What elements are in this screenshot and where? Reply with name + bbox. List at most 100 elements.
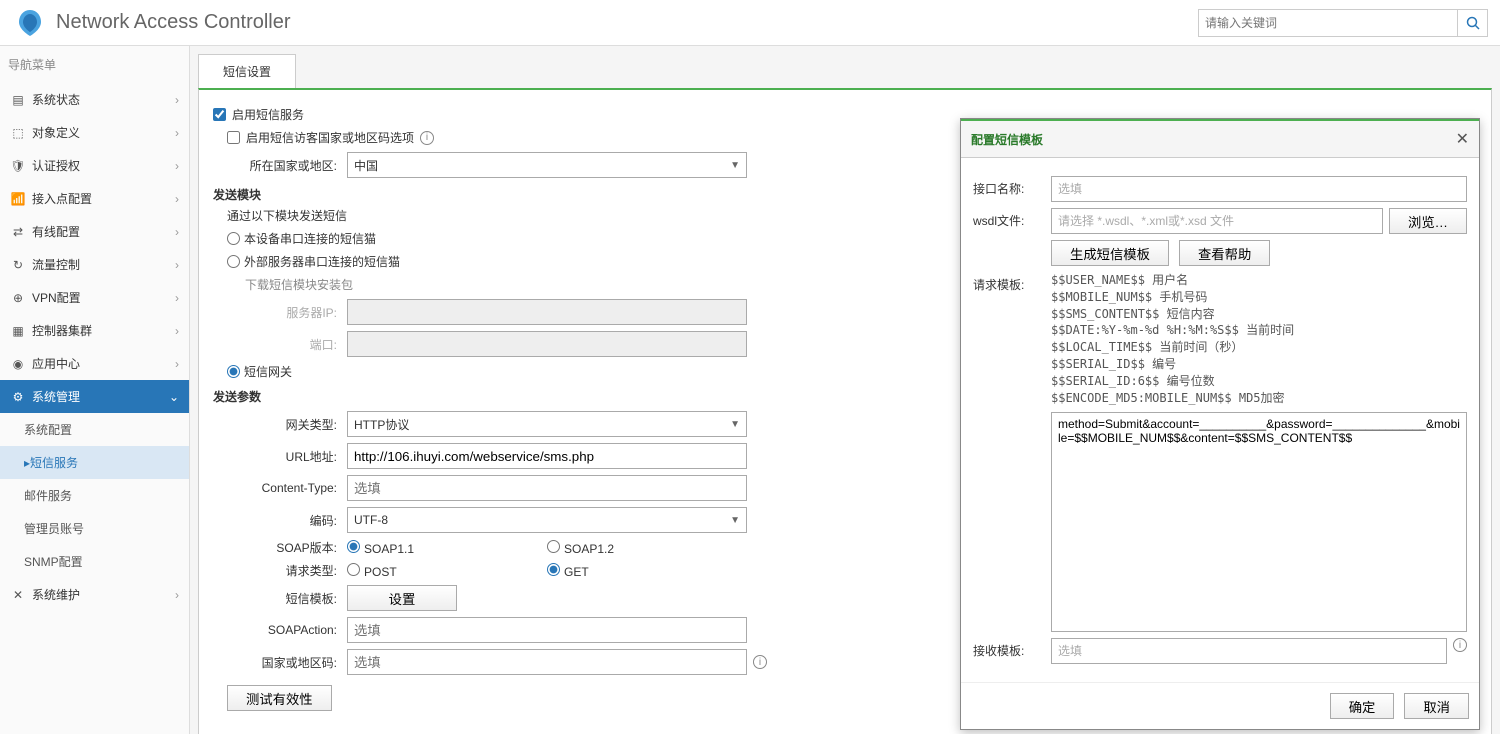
chevron-right-icon: › <box>175 225 179 239</box>
sub-system-config[interactable]: 系统配置 <box>0 413 189 446</box>
sidebar-item-label: 应用中心 <box>32 355 175 372</box>
cancel-button[interactable]: 取消 <box>1404 693 1469 719</box>
req-type-label: 请求类型: <box>227 562 347 579</box>
vpn-icon: ⊕ <box>10 291 26 305</box>
sms-template-modal: 配置短信模板 ✕ 接口名称: wsdl文件:浏览… 生成短信模板查看帮助 请求模… <box>960 118 1480 730</box>
radio-label: 本设备串口连接的短信猫 <box>244 230 376 247</box>
interface-name-input[interactable] <box>1051 176 1467 202</box>
sidebar-item-vpn[interactable]: ⊕ VPN配置› <box>0 281 189 314</box>
combo-value: UTF-8 <box>354 513 388 527</box>
sidebar-item-auth[interactable]: 🛡认证授权› <box>0 149 189 182</box>
ap-icon: 📶 <box>10 192 26 206</box>
info-icon[interactable]: i <box>753 655 767 669</box>
wsdl-file-input[interactable] <box>1051 208 1383 234</box>
url-input[interactable] <box>347 443 747 469</box>
radio-label: 外部服务器串口连接的短信猫 <box>244 253 400 270</box>
modal-header: 配置短信模板 ✕ <box>961 119 1479 158</box>
chevron-right-icon: › <box>175 126 179 140</box>
content-type-input[interactable] <box>347 475 747 501</box>
sidebar-item-system-status[interactable]: ▤系统状态› <box>0 83 189 116</box>
search-button[interactable] <box>1458 9 1488 37</box>
radio-local-modem[interactable] <box>227 232 240 245</box>
browse-button[interactable]: 浏览… <box>1389 208 1467 234</box>
chevron-right-icon: › <box>175 588 179 602</box>
traffic-icon: ↻ <box>10 258 26 272</box>
wired-icon: ⇄ <box>10 225 26 239</box>
radio-label: SOAP1.1 <box>364 542 414 556</box>
sidebar-item-label: 认证授权 <box>32 157 175 174</box>
sidebar-item-object-def[interactable]: ⬚对象定义› <box>0 116 189 149</box>
chevron-right-icon: › <box>175 357 179 371</box>
radio-label: 短信网关 <box>244 363 292 380</box>
cluster-icon: ▦ <box>10 324 26 338</box>
sub-sms-service[interactable]: ▸短信服务 <box>0 446 189 479</box>
server-ip-input <box>347 299 747 325</box>
sidebar-item-appcenter[interactable]: ◉应用中心› <box>0 347 189 380</box>
chevron-down-icon: ⌄ <box>169 390 179 404</box>
sub-snmp[interactable]: SNMP配置 <box>0 545 189 578</box>
sidebar-item-label: 对象定义 <box>32 124 175 141</box>
sub-admin-account[interactable]: 管理员账号 <box>0 512 189 545</box>
radio-ext-modem[interactable] <box>227 255 240 268</box>
port-input <box>347 331 747 357</box>
server-ip-label: 服务器IP: <box>227 304 347 321</box>
sidebar-item-label: VPN配置 <box>32 289 175 306</box>
template-vars: $$USER_NAME$$ 用户名 $$MOBILE_NUM$$ 手机号码 $$… <box>1051 272 1467 406</box>
receive-template-label: 接收模板: <box>973 638 1051 659</box>
radio-label: POST <box>364 565 397 579</box>
view-help-button[interactable]: 查看帮助 <box>1179 240 1270 266</box>
template-settings-button[interactable]: 设置 <box>347 585 457 611</box>
search-input[interactable] <box>1198 9 1458 37</box>
sidebar-item-label: 系统管理 <box>32 388 169 405</box>
test-validity-button[interactable]: 测试有效性 <box>227 685 332 711</box>
sidebar-item-wired[interactable]: ⇄有线配置› <box>0 215 189 248</box>
info-icon[interactable]: i <box>1453 638 1467 652</box>
encoding-select[interactable]: UTF-8 ▼ <box>347 507 747 533</box>
maint-icon: ✕ <box>10 588 26 602</box>
radio-soap12[interactable] <box>547 540 560 553</box>
enable-sms-checkbox[interactable] <box>213 108 226 121</box>
chevron-right-icon: › <box>175 192 179 206</box>
sidebar-item-ap[interactable]: 📶 接入点配置› <box>0 182 189 215</box>
close-icon[interactable]: ✕ <box>1456 129 1469 149</box>
sidebar-item-sysmgmt[interactable]: ⚙ 系统管理⌄ <box>0 380 189 413</box>
request-template-textarea[interactable] <box>1051 412 1467 632</box>
soapaction-input[interactable] <box>347 617 747 643</box>
info-icon[interactable]: i <box>420 131 434 145</box>
sub-mail-service[interactable]: 邮件服务 <box>0 479 189 512</box>
soap-label: SOAP版本: <box>227 539 347 556</box>
generate-template-button[interactable]: 生成短信模板 <box>1051 240 1169 266</box>
status-icon: ▤ <box>10 93 26 107</box>
chevron-right-icon: › <box>175 159 179 173</box>
tabbar: 短信设置 <box>190 46 1500 88</box>
content-type-label: Content-Type: <box>227 481 347 495</box>
interface-name-label: 接口名称: <box>973 176 1051 197</box>
radio-get[interactable] <box>547 563 560 576</box>
app-logo-icon <box>12 5 48 41</box>
chevron-down-icon: ▼ <box>730 419 740 430</box>
search-wrap <box>1198 9 1488 37</box>
country-select[interactable]: 中国▼ <box>347 152 747 178</box>
radio-sms-gateway[interactable] <box>227 365 240 378</box>
sidebar-title: 导航菜单 <box>0 46 189 83</box>
app-title: Network Access Controller <box>56 11 1198 34</box>
radio-post[interactable] <box>347 563 360 576</box>
sidebar-item-cluster[interactable]: ▦控制器集群› <box>0 314 189 347</box>
receive-template-input[interactable] <box>1051 638 1447 664</box>
country-code-input[interactable] <box>347 649 747 675</box>
chevron-right-icon: › <box>175 291 179 305</box>
gw-type-select[interactable]: HTTP协议▼ <box>347 411 747 437</box>
chevron-right-icon: › <box>175 324 179 338</box>
tab-sms-settings[interactable]: 短信设置 <box>198 54 296 88</box>
sidebar-item-label: 接入点配置 <box>32 190 175 207</box>
sidebar-item-traffic[interactable]: ↻流量控制› <box>0 248 189 281</box>
chevron-down-icon: ▼ <box>730 515 740 526</box>
search-icon <box>1466 16 1480 30</box>
enable-region-checkbox[interactable] <box>227 131 240 144</box>
ok-button[interactable]: 确定 <box>1330 693 1395 719</box>
gear-icon: ⚙ <box>10 390 26 404</box>
radio-soap11[interactable] <box>347 540 360 553</box>
encoding-label: 编码: <box>227 512 347 529</box>
modal-title: 配置短信模板 <box>971 131 1456 148</box>
sidebar-item-sysmaint[interactable]: ✕系统维护› <box>0 578 189 611</box>
